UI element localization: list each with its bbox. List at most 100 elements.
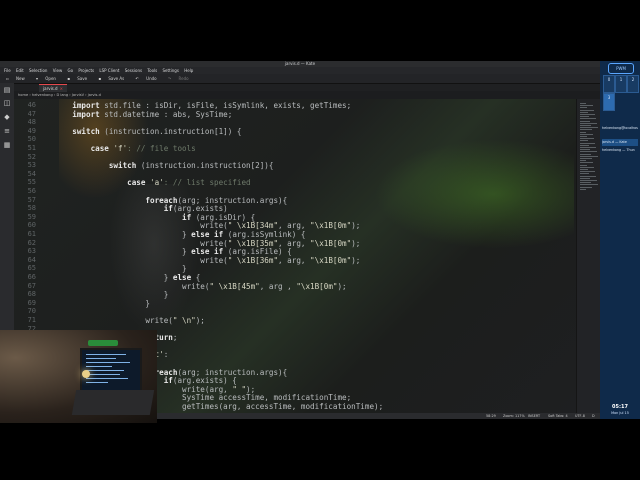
save-as-button[interactable]: ▪ Save As <box>96 74 128 83</box>
indentation-setting[interactable]: Soft Tabs: 4 <box>548 413 568 419</box>
code-line[interactable]: write(" \n"); <box>54 316 204 325</box>
clock[interactable]: 05:17 <box>600 404 640 410</box>
symbols-icon[interactable]: ≡ <box>3 127 11 135</box>
code-token: switch <box>54 126 100 136</box>
task-kate[interactable]: jarvis.d — Kate <box>602 139 638 146</box>
git-icon[interactable]: ◆ <box>3 113 11 121</box>
close-icon[interactable]: × <box>60 86 63 91</box>
language-mode[interactable]: D <box>592 413 595 419</box>
code-token: : // list specified <box>163 178 251 188</box>
minimap-line <box>580 127 598 129</box>
code-token: "\x1B[0m" <box>310 255 352 265</box>
webcam-overlay <box>0 330 157 423</box>
minimap-line <box>580 120 590 122</box>
minimap-line <box>580 160 586 162</box>
undo-button[interactable]: ↶ Undo <box>134 74 161 83</box>
desktop-3[interactable]: 3 <box>603 93 615 111</box>
tab-bar: jarvis.d × <box>14 84 600 92</box>
new-button[interactable]: ▫ New <box>4 74 29 83</box>
desktop-2[interactable]: 2 <box>627 75 639 93</box>
code-line[interactable]: case 'a': // list specified <box>54 178 251 188</box>
line-number: 52 <box>27 152 36 161</box>
minimap-line <box>580 169 588 170</box>
line-number: 50 <box>27 135 36 144</box>
line-number: 47 <box>27 109 36 118</box>
task-terminal[interactable]: helvenkong@localhost <box>602 125 638 132</box>
cursor-position[interactable]: 58:29 <box>486 413 496 419</box>
menu-help[interactable]: Help <box>184 67 193 74</box>
line-number: 67 <box>27 281 36 290</box>
minimap-line <box>580 188 586 190</box>
minimap-line <box>580 116 589 118</box>
code-line[interactable]: } <box>54 299 150 308</box>
minimap-line <box>580 149 590 151</box>
menu-sessions[interactable]: Sessions <box>125 67 142 74</box>
open-button[interactable]: ▾ Open <box>34 74 60 83</box>
code-line[interactable]: switch (instruction.instruction[2]){ <box>54 161 274 171</box>
minimap-line <box>580 184 598 186</box>
filesystem-icon[interactable]: ▦ <box>3 141 11 149</box>
code-token: , arg, <box>278 255 311 265</box>
redo-label: Redo <box>178 76 189 81</box>
webcam-laptop-screen <box>80 348 142 392</box>
line-number: 63 <box>27 247 36 256</box>
minimap-line <box>580 133 593 135</box>
line-number: 65 <box>27 264 36 273</box>
desktop-1[interactable]: 1 <box>615 75 627 93</box>
menu-view[interactable]: View <box>53 67 63 74</box>
wallpaper-glow-green <box>374 139 574 249</box>
encoding[interactable]: UTF-8 <box>575 413 585 419</box>
minimap-line <box>580 177 590 179</box>
minimap-line <box>580 103 586 104</box>
minimap-line <box>580 144 589 146</box>
code-line[interactable]: switch (instruction.instruction[1]) { <box>54 127 241 136</box>
code-token: : <box>163 350 169 360</box>
menu-bar: File Edit Selection View Go Projects LSP… <box>0 67 600 74</box>
menu-selection[interactable]: Selection <box>29 67 47 74</box>
desktop-0[interactable]: 0 <box>603 75 615 93</box>
minimap[interactable] <box>576 99 601 413</box>
minimap-line <box>580 153 591 155</box>
line-number: 64 <box>27 255 36 264</box>
line-number: 58 <box>27 204 36 213</box>
minimap-line <box>580 142 595 144</box>
code-line[interactable]: case 'f': // file tools <box>54 144 196 153</box>
menu-edit[interactable]: Edit <box>16 67 24 74</box>
zoom-level[interactable]: Zoom: 117% <box>503 413 525 419</box>
code-token: " \n" <box>172 316 196 325</box>
menu-tools[interactable]: Tools <box>147 67 157 74</box>
webcam-lamp <box>82 370 90 378</box>
webcam-green-light <box>88 340 118 346</box>
task-thunar[interactable]: helvenkong — Thun <box>602 147 638 154</box>
menu-settings[interactable]: Settings <box>163 67 179 74</box>
line-number: 56 <box>27 187 36 195</box>
breadcrumb[interactable]: home › helvenkong › D lang › JarvisV › j… <box>14 92 604 98</box>
minimap-line <box>580 105 593 107</box>
code-token: switch <box>54 161 137 171</box>
line-number: 69 <box>27 298 36 307</box>
menu-file[interactable]: File <box>4 67 11 74</box>
minimap-line <box>580 180 597 181</box>
code-token: ; <box>172 333 178 343</box>
menu-lsp-client[interactable]: LSP Client <box>99 67 119 74</box>
input-mode[interactable]: INSERT <box>528 413 540 419</box>
minimap-line <box>580 114 595 115</box>
menu-go[interactable]: Go <box>68 67 74 74</box>
undo-label: Undo <box>146 76 157 81</box>
new-label: New <box>15 76 25 81</box>
redo-button[interactable]: ↷ Redo <box>166 74 193 83</box>
code-token: std.datetime : abs, SysTime; <box>99 109 233 119</box>
line-number: 59 <box>27 212 36 221</box>
date: Mon Jul 15 <box>611 411 629 415</box>
documents-icon[interactable]: ▤ <box>3 86 11 94</box>
open-label: Open <box>45 76 56 81</box>
save-as-label: Save As <box>108 76 125 81</box>
menu-projects[interactable]: Projects <box>78 67 94 74</box>
projects-icon[interactable]: ◫ <box>3 99 11 107</box>
line-number: 68 <box>27 290 36 299</box>
app-launcher-logo[interactable]: PWM <box>608 63 634 74</box>
save-button[interactable]: ▪ Save <box>65 74 91 83</box>
code-token: ); <box>337 281 347 291</box>
tab-jarvis-d[interactable]: jarvis.d × <box>39 84 67 92</box>
code-line[interactable]: import std.datetime : abs, SysTime; <box>54 110 232 119</box>
